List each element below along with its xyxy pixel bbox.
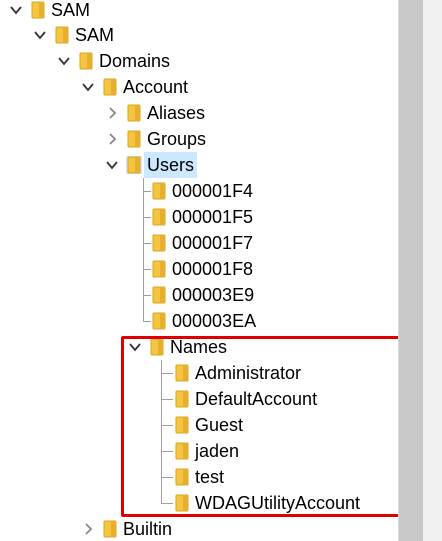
registry-tree: SAM SAM Domains Account Aliases Groups U…: [0, 0, 398, 541]
scrollbar-thumb[interactable]: [399, 0, 423, 541]
folder-icon: [151, 260, 167, 278]
folder-icon: [151, 182, 167, 200]
tree-node-user-key[interactable]: 000001F4: [151, 178, 256, 204]
tree-line: [143, 321, 151, 322]
tree-node-aliases[interactable]: Aliases: [104, 100, 208, 126]
tree-node-label: Users: [144, 152, 198, 178]
folder-icon: [30, 1, 46, 19]
folder-icon: [54, 26, 70, 44]
folder-icon: [151, 312, 167, 330]
tree-node-groups[interactable]: Groups: [104, 126, 209, 152]
chevron-right-icon[interactable]: [104, 131, 120, 147]
tree-node-label: 000001F7: [172, 233, 254, 253]
tree-line: [143, 191, 151, 192]
tree-node-label: 000003EA: [172, 311, 257, 331]
tree-node-label: 000003E9: [172, 285, 255, 305]
tree-line: [143, 269, 151, 270]
folder-icon: [151, 208, 167, 226]
chevron-right-icon[interactable]: [104, 105, 120, 121]
folder-icon: [151, 286, 167, 304]
tree-line: [143, 178, 144, 321]
tree-node-user-key[interactable]: 000001F5: [151, 204, 256, 230]
tree-node-users[interactable]: Users: [104, 152, 198, 178]
folder-icon: [78, 52, 94, 70]
folder-icon: [126, 156, 142, 174]
tree-node-label: Account: [123, 77, 189, 97]
tree-node-account[interactable]: Account: [80, 74, 191, 100]
tree-node-label: Aliases: [147, 103, 206, 123]
tree-node-label: SAM: [75, 25, 115, 45]
tree-node-user-key[interactable]: 000003E9: [151, 282, 257, 308]
tree-node-user-key[interactable]: 000001F8: [151, 256, 256, 282]
tree-node-label: 000001F4: [172, 181, 254, 201]
tree-node-label: 000001F5: [172, 207, 254, 227]
folder-icon: [102, 78, 118, 96]
tree-line: [143, 243, 151, 244]
chevron-down-icon[interactable]: [56, 53, 72, 69]
tree-node-sam[interactable]: SAM: [32, 22, 117, 48]
folder-icon: [151, 234, 167, 252]
tree-node-domains[interactable]: Domains: [56, 48, 173, 74]
folder-icon: [102, 520, 118, 538]
chevron-down-icon[interactable]: [104, 157, 120, 173]
tree-node-builtin[interactable]: Builtin: [80, 516, 175, 541]
tree-node-label: SAM: [51, 0, 91, 20]
tree-node-label: Domains: [99, 51, 171, 71]
tree-node-user-key[interactable]: 000003EA: [151, 308, 259, 334]
tree-line: [143, 295, 151, 296]
tree-line: [143, 217, 151, 218]
vertical-scrollbar[interactable]: [398, 0, 442, 541]
tree-node-user-key[interactable]: 000001F7: [151, 230, 256, 256]
highlight-box: [121, 336, 398, 517]
chevron-down-icon[interactable]: [32, 27, 48, 43]
chevron-down-icon[interactable]: [8, 2, 24, 18]
tree-node-label: 000001F8: [172, 259, 254, 279]
folder-icon: [126, 130, 142, 148]
tree-node-label: Builtin: [123, 519, 173, 539]
chevron-down-icon[interactable]: [80, 79, 96, 95]
tree-node-label: Groups: [147, 129, 207, 149]
folder-icon: [126, 104, 142, 122]
chevron-right-icon[interactable]: [80, 521, 96, 537]
tree-node-sam-root[interactable]: SAM: [8, 0, 93, 23]
